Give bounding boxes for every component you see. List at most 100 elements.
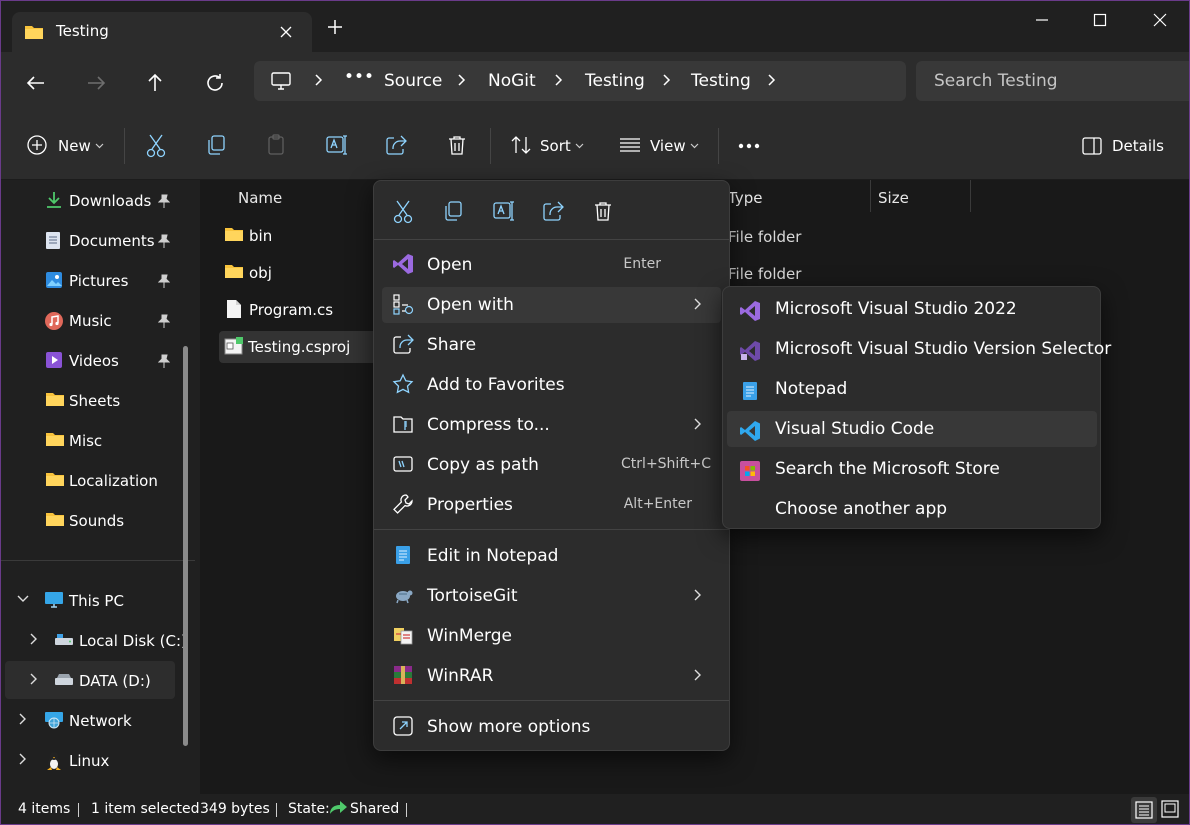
menu-item-tortoisegit[interactable]: TortoiseGit — [382, 578, 721, 614]
sidebar-item-music[interactable]: Music — [0, 301, 175, 339]
up-icon[interactable] — [143, 71, 167, 95]
submenu-item-choose-another-app[interactable]: Choose another app — [727, 491, 1097, 527]
submenu-item-notepad[interactable]: Notepad — [727, 371, 1097, 407]
menu-item-winmerge[interactable]: WinMerge — [382, 618, 721, 654]
menu-item-winrar[interactable]: WinRAR — [382, 658, 721, 694]
details-button[interactable]: Details — [1112, 137, 1164, 155]
share-icon[interactable] — [385, 134, 407, 156]
submenu-item-search-store[interactable]: Search the Microsoft Store — [727, 451, 1097, 487]
new-icon[interactable] — [26, 134, 48, 156]
search-input[interactable]: Search Testing — [916, 61, 1190, 101]
menu-item-edit-in-notepad[interactable]: Edit in Notepad — [382, 538, 721, 574]
chevron-right-icon[interactable] — [662, 73, 672, 87]
column-divider[interactable] — [970, 180, 971, 212]
pin-icon[interactable] — [158, 354, 170, 368]
sidebar-item-network[interactable]: Network — [0, 701, 175, 739]
cut-icon[interactable] — [145, 134, 167, 158]
sidebar-item-documents[interactable]: Documents — [0, 221, 175, 259]
chevron-down-icon[interactable] — [575, 143, 584, 149]
breadcrumb-nogit[interactable]: NoGit — [488, 71, 536, 91]
pin-icon[interactable] — [158, 314, 170, 328]
breadcrumb-testing-2[interactable]: Testing — [691, 71, 751, 91]
chevron-right-icon[interactable] — [554, 73, 564, 87]
chevron-right-icon[interactable] — [19, 713, 27, 725]
details-pane-icon[interactable] — [1082, 137, 1102, 155]
breadcrumb-testing-1[interactable]: Testing — [585, 71, 645, 91]
column-header-type[interactable]: Type — [728, 189, 762, 207]
table-row-selected[interactable]: Testing.csproj — [219, 331, 379, 363]
forward-icon[interactable] — [84, 71, 108, 95]
sidebar-item-pictures[interactable]: Pictures — [0, 261, 175, 299]
breadcrumb-source[interactable]: Source — [384, 71, 442, 91]
column-divider[interactable] — [870, 180, 871, 212]
close-window-icon[interactable] — [1150, 10, 1170, 30]
menu-item-share[interactable]: Share — [382, 327, 721, 363]
chevron-right-icon[interactable] — [767, 73, 777, 87]
new-tab-icon[interactable] — [328, 20, 342, 34]
submenu-item-vscode[interactable]: Visual Studio Code — [727, 411, 1097, 447]
sidebar-item-data-drive[interactable]: DATA (D:) — [5, 661, 175, 699]
chevron-right-icon[interactable] — [314, 73, 324, 87]
chevron-right-icon[interactable] — [30, 633, 38, 645]
menu-item-open[interactable]: Open Enter — [382, 247, 721, 283]
table-row[interactable]: obj — [220, 257, 380, 289]
chevron-right-icon[interactable] — [30, 673, 38, 685]
sidebar-item-misc[interactable]: Misc — [0, 421, 175, 459]
chevron-right-icon[interactable] — [19, 753, 27, 765]
sidebar-item-videos[interactable]: Videos — [0, 341, 175, 379]
chevron-down-icon[interactable] — [690, 143, 699, 149]
view-icon[interactable] — [620, 138, 640, 152]
sort-icon[interactable] — [510, 134, 532, 156]
sidebar-item-this-pc[interactable]: This PC — [0, 581, 175, 619]
computer-icon[interactable] — [270, 71, 292, 91]
copy-icon[interactable] — [205, 134, 227, 156]
sidebar-item-localization[interactable]: Localization — [0, 461, 175, 499]
pin-icon[interactable] — [158, 194, 170, 208]
view-button[interactable]: View — [650, 137, 686, 155]
details-view-toggle[interactable] — [1131, 797, 1157, 823]
delete-icon[interactable] — [446, 134, 468, 156]
column-header-size[interactable]: Size — [878, 189, 909, 207]
cut-icon[interactable] — [392, 200, 416, 224]
chevron-down-icon[interactable] — [17, 595, 29, 603]
sidebar-item-downloads[interactable]: Downloads — [0, 181, 175, 219]
submenu-item-visual-studio-2022[interactable]: Microsoft Visual Studio 2022 — [727, 291, 1097, 327]
tiles-view-toggle[interactable] — [1160, 799, 1180, 819]
menu-item-copy-as-path[interactable]: Copy as path Ctrl+Shift+C — [382, 447, 721, 483]
refresh-icon[interactable] — [203, 71, 227, 95]
table-row[interactable]: bin — [220, 220, 380, 252]
sidebar-item-linux[interactable]: Linux — [0, 741, 175, 779]
delete-icon[interactable] — [592, 200, 616, 224]
new-button[interactable]: New — [58, 137, 91, 155]
menu-item-show-more-options[interactable]: Show more options — [382, 709, 721, 745]
more-options-icon[interactable] — [738, 143, 760, 149]
chevron-right-icon[interactable] — [457, 73, 467, 87]
menu-item-compress-to[interactable]: Compress to... — [382, 407, 721, 443]
back-icon[interactable] — [24, 71, 48, 95]
sort-button[interactable]: Sort — [540, 137, 571, 155]
rename-icon[interactable] — [492, 200, 516, 224]
table-row[interactable]: Program.cs — [220, 294, 380, 326]
sidebar-item-sheets[interactable]: Sheets — [0, 381, 175, 419]
tab-testing[interactable]: Testing — [12, 12, 312, 52]
column-header-name[interactable]: Name — [238, 189, 282, 207]
submenu-item-vs-version-selector[interactable]: Microsoft Visual Studio Version Selector — [727, 331, 1111, 367]
rename-icon[interactable] — [325, 134, 349, 156]
breadcrumb[interactable]: ••• Source NoGit Testing Testing — [254, 61, 906, 101]
chevron-down-icon[interactable] — [95, 143, 104, 149]
sidebar-scrollbar[interactable] — [183, 346, 188, 746]
sidebar-item-sounds[interactable]: Sounds — [0, 501, 175, 539]
share-icon[interactable] — [542, 200, 566, 224]
menu-item-open-with[interactable]: Open with — [382, 287, 721, 323]
copy-icon[interactable] — [442, 200, 466, 224]
maximize-icon[interactable] — [1090, 10, 1110, 30]
breadcrumb-more[interactable]: ••• — [344, 67, 374, 87]
menu-item-properties[interactable]: Properties Alt+Enter — [382, 487, 721, 523]
close-tab-icon[interactable] — [276, 22, 296, 42]
minimize-icon[interactable] — [1032, 10, 1052, 30]
pin-icon[interactable] — [158, 234, 170, 248]
sidebar-item-local-disk[interactable]: Local Disk (C:) — [0, 621, 187, 659]
paste-icon[interactable] — [265, 134, 287, 156]
menu-item-add-to-favorites[interactable]: Add to Favorites — [382, 367, 721, 403]
pin-icon[interactable] — [158, 274, 170, 288]
